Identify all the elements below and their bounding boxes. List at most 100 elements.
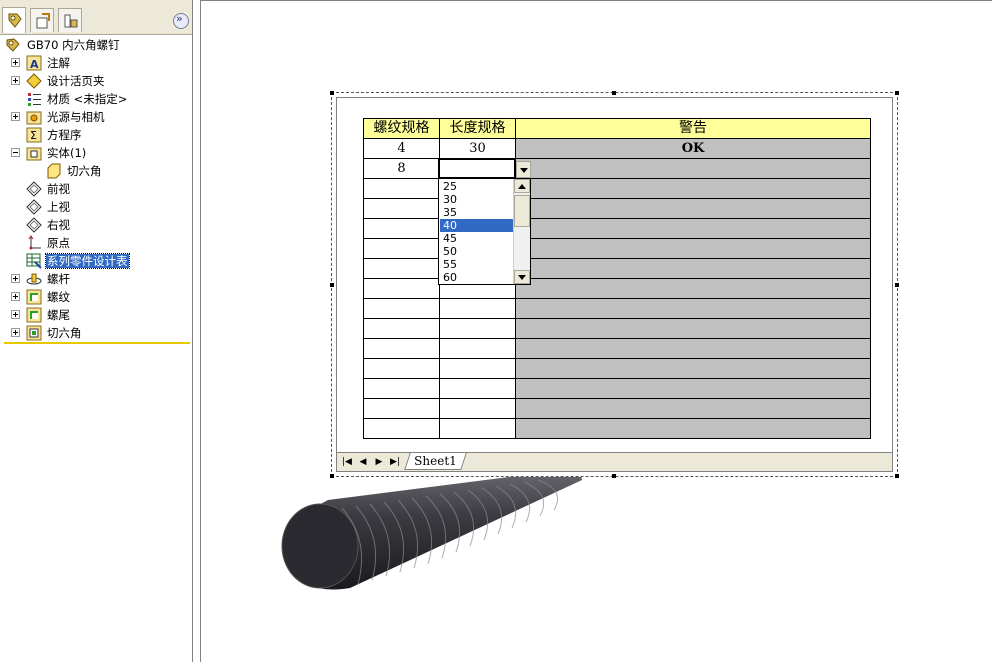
table-cell[interactable] (515, 338, 871, 359)
next-sheet-button[interactable]: ▶ (373, 456, 385, 468)
table-cell[interactable] (515, 318, 871, 339)
table-cell[interactable] (363, 258, 440, 279)
feature-manager-tab[interactable] (2, 7, 26, 33)
bolt-model[interactable] (270, 460, 590, 600)
column-header[interactable]: 螺纹规格 (363, 118, 440, 139)
scroll-down-button[interactable] (514, 270, 530, 284)
dropdown-option[interactable]: 35 (440, 206, 515, 219)
tree-item-lights-cameras[interactable]: 光源与相机 (0, 108, 192, 126)
resize-handle[interactable] (330, 91, 334, 95)
dropdown-option[interactable]: 25 (440, 180, 515, 193)
tree-item-thread-runout[interactable]: 螺尾 (0, 306, 192, 324)
table-cell[interactable] (363, 298, 440, 319)
table-cell[interactable] (439, 378, 516, 399)
tree-item-design-binder[interactable]: 设计活页夹 (0, 72, 192, 90)
rollback-bar[interactable] (4, 342, 190, 344)
expand-toggle[interactable] (11, 76, 20, 85)
resize-handle[interactable] (895, 91, 899, 95)
column-header[interactable]: 长度规格 (439, 118, 516, 139)
table-cell[interactable] (363, 358, 440, 379)
expand-toggle[interactable] (11, 58, 20, 67)
collapse-toggle[interactable] (11, 148, 20, 157)
tree-item-screw-shank[interactable]: 螺杆 (0, 270, 192, 288)
panel-splitter[interactable] (193, 0, 201, 662)
tree-item-origin[interactable]: 原点 (0, 234, 192, 252)
table-cell[interactable] (363, 178, 440, 199)
table-cell[interactable] (515, 378, 871, 399)
tree-item-material[interactable]: 材质 <未指定> (0, 90, 192, 108)
tree-item-equations[interactable]: Σ 方程序 (0, 126, 192, 144)
last-sheet-button[interactable]: ▶| (389, 456, 401, 468)
design-table-window[interactable]: 螺纹规格 长度规格 警告 4 30 OK 8 25 30 35 40 45 50 55 60 |◀ ◀ ▶… (330, 91, 899, 478)
resize-handle[interactable] (612, 91, 616, 95)
resize-handle[interactable] (330, 283, 334, 287)
table-cell[interactable] (363, 198, 440, 219)
active-cell[interactable] (438, 158, 516, 179)
table-cell[interactable] (439, 418, 516, 439)
expand-panel-button[interactable]: » (173, 12, 189, 29)
prev-sheet-button[interactable]: ◀ (357, 456, 369, 468)
resize-handle[interactable] (895, 283, 899, 287)
table-cell[interactable] (515, 298, 871, 319)
table-cell[interactable]: 4 (363, 138, 440, 159)
table-cell[interactable] (515, 198, 871, 219)
scroll-up-button[interactable] (514, 179, 530, 193)
table-cell[interactable] (515, 238, 871, 259)
dropdown-option[interactable]: 55 (440, 258, 515, 271)
table-cell[interactable] (439, 298, 516, 319)
tree-item-body[interactable]: 切六角 (0, 162, 192, 180)
expand-toggle[interactable] (11, 292, 20, 301)
tree-item-cut-hex[interactable]: 切六角 (0, 324, 192, 342)
resize-handle[interactable] (895, 474, 899, 478)
length-dropdown-list[interactable]: 25 30 35 40 45 50 55 60 (438, 178, 531, 285)
table-cell[interactable] (439, 358, 516, 379)
tree-item-right-plane[interactable]: 右视 (0, 216, 192, 234)
table-cell[interactable] (515, 418, 871, 439)
table-cell[interactable] (363, 218, 440, 239)
table-cell[interactable] (515, 278, 871, 299)
table-cell[interactable] (363, 338, 440, 359)
column-header[interactable]: 警告 (515, 118, 871, 139)
expand-toggle[interactable] (11, 328, 20, 337)
property-manager-tab[interactable] (30, 8, 54, 32)
first-sheet-button[interactable]: |◀ (341, 456, 353, 468)
tree-item-design-table[interactable]: 系列零件设计表 (0, 252, 192, 270)
dropdown-option[interactable]: 40 (440, 219, 515, 232)
dropdown-scrollbar[interactable] (513, 179, 530, 284)
dropdown-option[interactable]: 50 (440, 245, 515, 258)
table-cell[interactable] (515, 398, 871, 419)
resize-handle[interactable] (330, 474, 334, 478)
table-cell[interactable] (515, 258, 871, 279)
table-cell[interactable] (363, 418, 440, 439)
table-cell[interactable] (363, 318, 440, 339)
dropdown-arrow-button[interactable] (516, 161, 531, 178)
dropdown-option[interactable]: 45 (440, 232, 515, 245)
table-cell[interactable] (515, 358, 871, 379)
table-cell[interactable]: 8 (363, 158, 440, 179)
tree-item-front-plane[interactable]: 前视 (0, 180, 192, 198)
table-cell[interactable] (439, 398, 516, 419)
configuration-manager-tab[interactable] (58, 8, 82, 32)
expand-toggle[interactable] (11, 112, 20, 121)
table-cell[interactable] (363, 238, 440, 259)
sheet-tab[interactable]: Sheet1 (404, 453, 467, 470)
dropdown-option[interactable]: 60 (440, 271, 515, 284)
table-cell[interactable] (439, 338, 516, 359)
scroll-thumb[interactable] (514, 195, 530, 227)
table-cell[interactable] (515, 218, 871, 239)
tree-item-top-plane[interactable]: 上视 (0, 198, 192, 216)
table-cell[interactable] (439, 318, 516, 339)
table-cell[interactable] (363, 378, 440, 399)
resize-handle[interactable] (612, 474, 616, 478)
tree-item-solid-bodies[interactable]: 实体(1) (0, 144, 192, 162)
tree-item-annotations[interactable]: A 注解 (0, 54, 192, 72)
expand-toggle[interactable] (11, 310, 20, 319)
table-cell[interactable] (363, 398, 440, 419)
table-cell[interactable]: OK (515, 138, 871, 159)
table-cell[interactable] (363, 278, 440, 299)
expand-toggle[interactable] (11, 274, 20, 283)
tree-root[interactable]: GB70 内六角螺钉 (0, 36, 192, 54)
tree-item-thread[interactable]: 螺纹 (0, 288, 192, 306)
table-cell[interactable] (515, 178, 871, 199)
table-cell[interactable] (515, 158, 871, 179)
